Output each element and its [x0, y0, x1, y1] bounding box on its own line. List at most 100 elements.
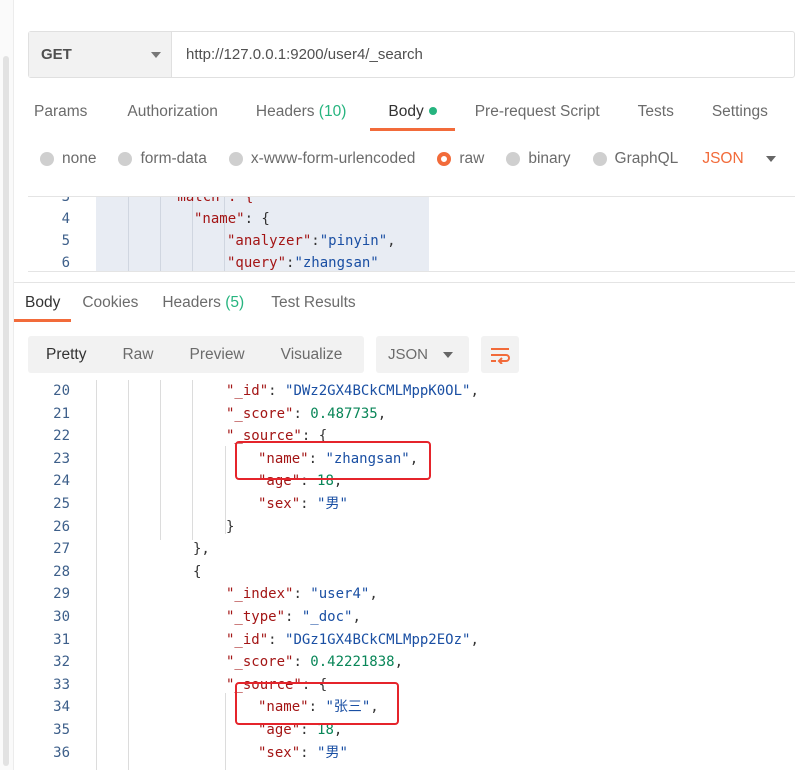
code-line: "_score": 0.42221838,	[226, 654, 404, 671]
tab-tests[interactable]: Tests	[614, 95, 688, 131]
json-string: "_doc"	[301, 609, 353, 625]
tab-label: Test Results	[271, 294, 356, 311]
json-number: 0.42221838	[310, 654, 395, 671]
tab-label: Body	[388, 103, 424, 120]
response-headers-count: (5)	[225, 294, 245, 311]
url-input[interactable]: http://127.0.0.1:9200/user4/_search	[172, 32, 794, 77]
json-string: "男"	[317, 496, 348, 512]
radio-form-data[interactable]: form-data	[118, 150, 207, 168]
json-key: "_score"	[226, 654, 294, 671]
request-body-editor[interactable]: 3 "match": { 4 "name": { 5 "analyzer":"p…	[28, 196, 795, 272]
tab-response-headers[interactable]: Headers (5)	[149, 286, 255, 322]
json-string: "user4"	[310, 586, 370, 603]
code-line: "_score": 0.487735,	[226, 405, 387, 422]
line-number: 3	[61, 196, 70, 205]
wrap-lines-icon	[491, 347, 510, 364]
json-key: "sex"	[258, 496, 301, 512]
request-url-bar: GET http://127.0.0.1:9200/user4/_search	[28, 31, 795, 78]
section-divider	[14, 282, 795, 283]
radio-circle-icon	[506, 152, 521, 166]
url-text: http://127.0.0.1:9200/user4/_search	[186, 46, 423, 63]
modified-dot-icon	[428, 106, 437, 115]
json-punct: }	[226, 518, 235, 535]
radio-circle-icon	[118, 152, 133, 166]
response-format-select[interactable]: JSON	[376, 336, 469, 373]
json-punct: : {	[244, 211, 270, 227]
body-format-select[interactable]: JSON	[702, 150, 776, 168]
code-line: },	[193, 538, 210, 560]
json-key: "_id"	[226, 383, 269, 399]
radio-label: none	[62, 150, 97, 167]
view-pretty-button[interactable]: Pretty	[28, 336, 104, 373]
tab-settings[interactable]: Settings	[688, 95, 782, 131]
tab-response-body[interactable]: Body	[14, 286, 72, 322]
tab-label: Tests	[637, 103, 674, 120]
radio-selected-icon	[437, 152, 452, 166]
json-key: "_index"	[226, 586, 294, 603]
tab-test-results[interactable]: Test Results	[255, 286, 366, 322]
response-format-label: JSON	[388, 346, 429, 363]
json-punct: ,	[369, 586, 378, 603]
radio-raw[interactable]: raw	[437, 150, 484, 168]
headers-count: (10)	[318, 103, 347, 120]
method-select[interactable]: GET	[29, 32, 172, 77]
radio-circle-icon	[592, 152, 607, 166]
code-line: "analyzer":"pinyin",	[227, 230, 396, 252]
radio-graphql[interactable]: GraphQL	[592, 150, 679, 168]
line-number: 27	[53, 541, 70, 558]
line-number: 25	[53, 496, 70, 512]
line-number: 24	[53, 473, 70, 490]
tab-label: Headers	[255, 103, 315, 120]
code-line: "sex": "男"	[258, 496, 348, 512]
line-number: 4	[61, 211, 70, 227]
left-scrollbar[interactable]	[3, 56, 9, 766]
json-number: 0.487735	[310, 405, 378, 422]
tab-params[interactable]: Params	[20, 95, 101, 131]
json-string: "pinyin"	[319, 233, 388, 249]
json-key: "_type"	[226, 609, 286, 625]
tab-authorization[interactable]: Authorization	[101, 95, 231, 131]
chevron-down-icon	[765, 156, 776, 162]
radio-binary[interactable]: binary	[506, 150, 571, 168]
radio-x-www-form-urlencoded[interactable]: x-www-form-urlencoded	[228, 150, 415, 168]
tab-label: Pre-request Script	[474, 103, 600, 120]
json-string: "zhangsan"	[294, 255, 379, 271]
code-line: "_id": "DWz2GX4BCkCMLMppK0OL",	[226, 383, 479, 399]
code-line: "_index": "user4",	[226, 586, 378, 603]
radio-label: GraphQL	[614, 150, 679, 167]
code-line: "query":"zhangsan"	[227, 252, 379, 271]
line-number: 29	[53, 586, 70, 603]
line-number: 6	[61, 255, 70, 271]
tab-cookies[interactable]: Cookies	[71, 286, 149, 322]
tab-label: Authorization	[127, 103, 218, 120]
tab-label: Body	[25, 294, 61, 311]
json-key: "query"	[227, 255, 287, 271]
code-line: "name": {	[194, 208, 270, 230]
radio-label: form-data	[140, 150, 207, 167]
radio-none[interactable]: none	[40, 150, 96, 168]
json-punct: ,	[377, 405, 387, 422]
tab-pre-request-script[interactable]: Pre-request Script	[455, 95, 614, 131]
view-visualize-button[interactable]: Visualize	[263, 336, 361, 373]
indent-guide	[225, 693, 226, 770]
indent-guide	[160, 380, 161, 540]
highlight-box	[235, 682, 399, 725]
line-number: 30	[53, 609, 70, 625]
tab-body[interactable]: Body	[370, 95, 456, 131]
line-number: 35	[53, 722, 70, 738]
view-mode-group: Pretty Raw Preview Visualize	[28, 336, 364, 373]
line-number: 26	[53, 518, 70, 535]
tab-headers[interactable]: Headers (10)	[232, 95, 360, 131]
json-punct: {	[193, 563, 202, 580]
chevron-down-icon	[151, 52, 161, 58]
json-key: "analyzer"	[227, 233, 312, 249]
view-raw-button[interactable]: Raw	[104, 336, 171, 373]
response-body-viewer[interactable]: 20 "_id": "DWz2GX4BCkCMLMppK0OL", 21 "_scor…	[28, 380, 795, 770]
view-preview-button[interactable]: Preview	[172, 336, 263, 373]
indent-guide	[160, 197, 161, 271]
indent-guide	[96, 380, 97, 770]
json-string: "DWz2GX4BCkCMLMppK0OL"	[285, 383, 471, 399]
tab-label: Settings	[711, 103, 768, 120]
wrap-lines-button[interactable]	[481, 336, 519, 373]
line-number: 32	[53, 654, 70, 671]
